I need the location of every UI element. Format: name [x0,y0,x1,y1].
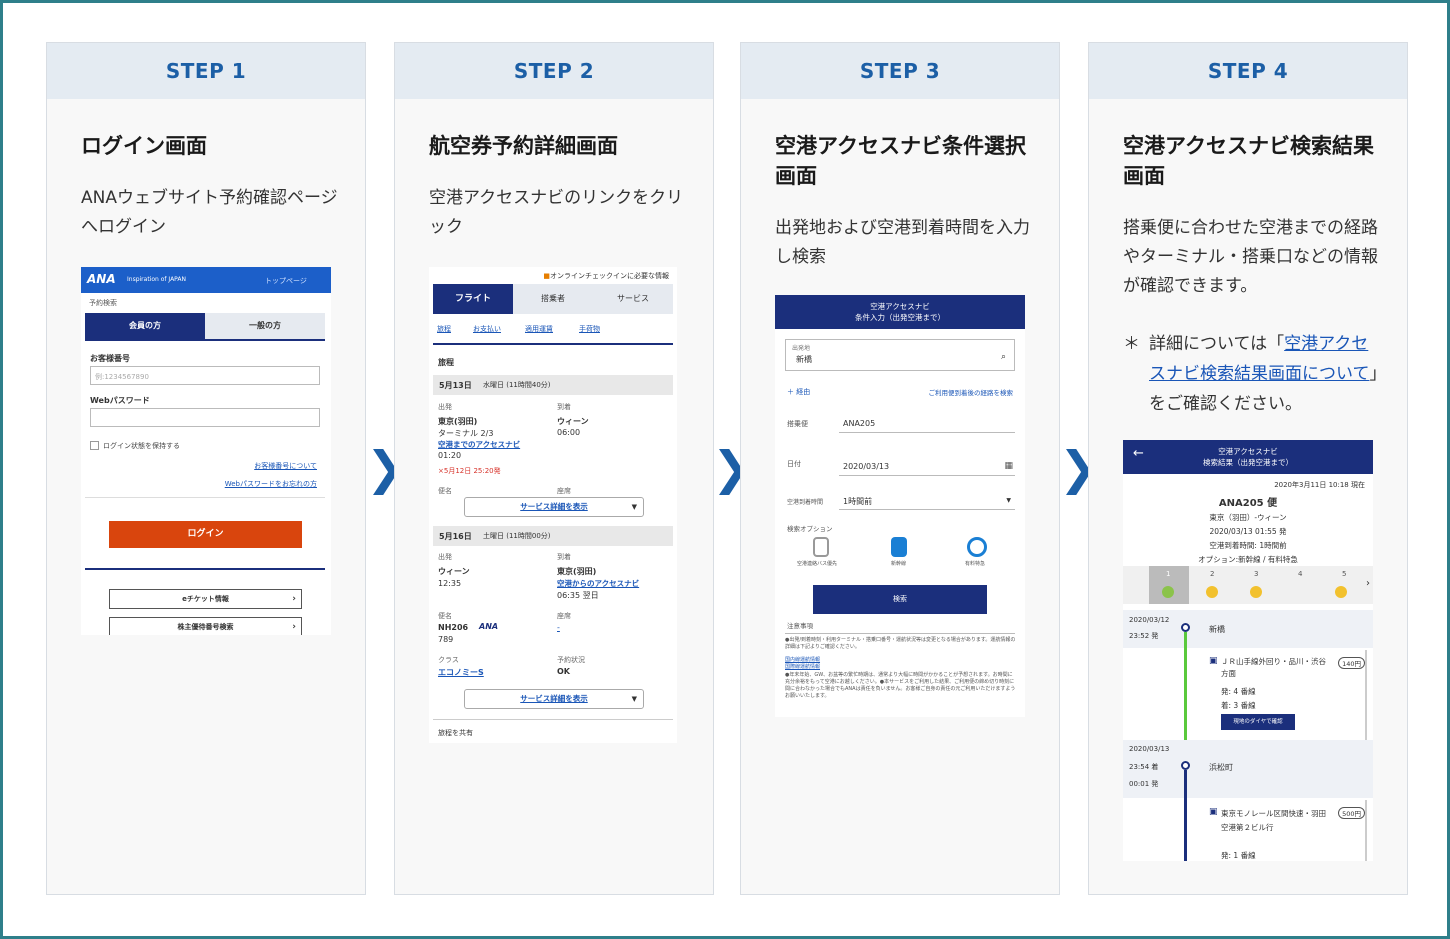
top-page-link[interactable]: トップページ [265,276,307,286]
step-title: 航空券予約詳細画面 [429,134,618,158]
step-title: ログイン画面 [81,134,207,158]
result-screenshot: ← 空港アクセスナビ 検索結果（出発空港まで） 2020年3月11日 10:18… [1123,440,1373,861]
chevron-right-icon: › [292,594,296,604]
link-itinerary[interactable]: 旅程 [437,324,451,334]
ana-header: ANA Inspiration of JAPAN トップページ [81,267,331,293]
chevron-down-icon: ▼ [631,503,637,511]
step-card-1: STEP 1 ログイン画面 ANAウェブサイト予約確認ページへログイン ANA … [46,42,366,895]
breadcrumb: 予約検索 [89,299,117,307]
limited-express-icon[interactable] [967,537,987,557]
monorail-line-bar [1184,770,1187,861]
route-tab-1[interactable]: 1 [1149,566,1189,604]
customer-number-help-link[interactable]: お客様番号について [254,461,317,471]
tab-flight[interactable]: フライト [433,284,513,314]
flight-field[interactable]: ANA205 [843,419,875,428]
step-label: STEP 3 [741,43,1059,99]
tab-member[interactable]: 会員の方 [85,313,205,339]
timetable-button[interactable]: 現地のダイヤで確認 [1221,714,1295,730]
route-tab-3[interactable]: 3 [1237,566,1277,604]
step-card-2: STEP 2 航空券予約詳細画面 空港アクセスナビのリンクをクリック ■オンライ… [394,42,714,895]
next-arrow-icon: ❯ [1059,441,1098,495]
route-tab-5[interactable]: 5 [1325,566,1365,604]
step-label: STEP 4 [1089,43,1407,99]
domestic-status-link[interactable]: 国内線運航情報 [785,657,820,664]
segment-header: 5月16日 土曜日 (11時間00分) [433,526,673,546]
tab-general[interactable]: 一般の方 [205,313,325,339]
international-status-link[interactable]: 国際線運航情報 [785,664,820,671]
customer-number-input[interactable]: 例:1234567890 [90,366,320,385]
calendar-icon[interactable]: ▦ [1004,461,1013,471]
chevron-down-icon: ▼ [631,695,637,703]
reverse-route-link[interactable]: ご利用便到着後の経路を検索 [929,387,1014,397]
route-tabs: 1 2 3 4 5 › [1123,566,1373,604]
arrival-time-select[interactable]: 1時間前 [843,496,872,507]
chevron-right-icon: › [292,622,296,632]
step-desc: 出発地および空港到着時間を入力し検索 [775,218,1030,267]
service-detail-button[interactable]: サービス詳細を表示 ▼ [464,497,644,517]
checkin-info: ■オンラインチェックインに必要な情報 [543,272,669,280]
link-fare[interactable]: 適用運賃 [525,324,553,334]
tab-service[interactable]: サービス [593,284,673,314]
fare-class-link[interactable]: エコノミーS [438,667,484,678]
train-icon: ▣ [1209,656,1218,666]
service-detail-button[interactable]: サービス詳細を表示 ▼ [464,689,644,709]
step-card-4: STEP 4 空港アクセスナビ検索結果画面 搭乗便に合わせた空港までの経路やター… [1088,42,1408,895]
step-card-3: STEP 3 空港アクセスナビ条件選択画面 出発地および空港到着時間を入力し検索… [740,42,1060,895]
link-baggage[interactable]: 手荷物 [579,324,600,334]
detail-note: ＊ 詳細については「空港アクセスナビ検索結果画面について」をご確認ください。 [1123,334,1378,414]
step-label: STEP 2 [395,43,713,99]
share-itinerary[interactable]: 旅程を共有 [438,728,473,738]
keep-login-checkbox[interactable] [90,441,99,450]
train-icon: ▣ [1209,807,1218,817]
station-dot-icon [1181,761,1190,770]
navi-header: 空港アクセスナビ 条件入力（出発空港まで） [775,295,1025,329]
station-dot-icon [1181,623,1190,632]
step-desc: 搭乗便に合わせた空港までの経路やターミナル・搭乗口などの情報が確認できます。 [1123,218,1378,296]
step-desc: 空港アクセスナビのリンクをクリック [429,188,684,237]
shinkansen-icon[interactable] [891,537,907,557]
eticket-button[interactable]: eチケット情報 › [109,589,302,609]
search-icon[interactable]: ⌕ [1001,352,1006,362]
next-arrow-icon: ❯ [366,441,405,495]
origin-input[interactable]: 出発地 新橋 ⌕ [785,339,1015,371]
chevron-right-icon[interactable]: › [1366,578,1370,589]
navi-header: ← 空港アクセスナビ 検索結果（出発空港まで） [1123,440,1373,474]
route-tab-4[interactable]: 4 [1281,566,1321,604]
booking-detail-screenshot: ■オンラインチェックインに必要な情報 フライト 搭乗者 サービス 旅程 お支払い… [429,267,677,743]
jr-line-bar [1184,632,1187,742]
date-field[interactable]: 2020/03/13 [843,462,889,471]
tab-passenger[interactable]: 搭乗者 [513,284,593,314]
route-tab-2[interactable]: 2 [1193,566,1233,604]
step-title: 空港アクセスナビ検索結果画面 [1123,134,1374,188]
flag-icon: ■ [543,272,550,280]
back-arrow-icon[interactable]: ← [1133,447,1144,460]
chevron-down-icon: ▼ [1006,497,1011,504]
step-title: 空港アクセスナビ条件選択画面 [775,134,1026,188]
step-desc: ANAウェブサイト予約確認ページへログイン [81,188,338,237]
step-label: STEP 1 [47,43,365,99]
login-screenshot: ANA Inspiration of JAPAN トップページ 予約検索 会員の… [81,267,331,635]
bus-icon[interactable] [813,537,829,557]
segment-header: 5月13日 水曜日 (11時間40分) [433,375,673,395]
ana-logo: ANA [479,622,499,631]
add-via-button[interactable]: ＋ 経由 [787,387,810,397]
forgot-password-link[interactable]: Webパスワードをお忘れの方 [225,479,317,489]
airport-access-navi-link[interactable]: 空港からのアクセスナビ [557,578,639,589]
search-button[interactable]: 検索 [813,585,987,614]
condition-screenshot: 空港アクセスナビ 条件入力（出発空港まで） 出発地 新橋 ⌕ ＋ 経由 ご利用便… [775,295,1025,717]
link-payment[interactable]: お支払い [473,324,501,334]
login-button[interactable]: ログイン [109,521,302,548]
airport-access-navi-link[interactable]: 空港までのアクセスナビ [438,439,520,450]
next-arrow-icon: ❯ [712,441,751,495]
ana-logo: ANA [87,272,116,286]
password-input[interactable] [90,408,320,427]
shareholder-search-button[interactable]: 株主優待番号検索 › [109,617,302,635]
